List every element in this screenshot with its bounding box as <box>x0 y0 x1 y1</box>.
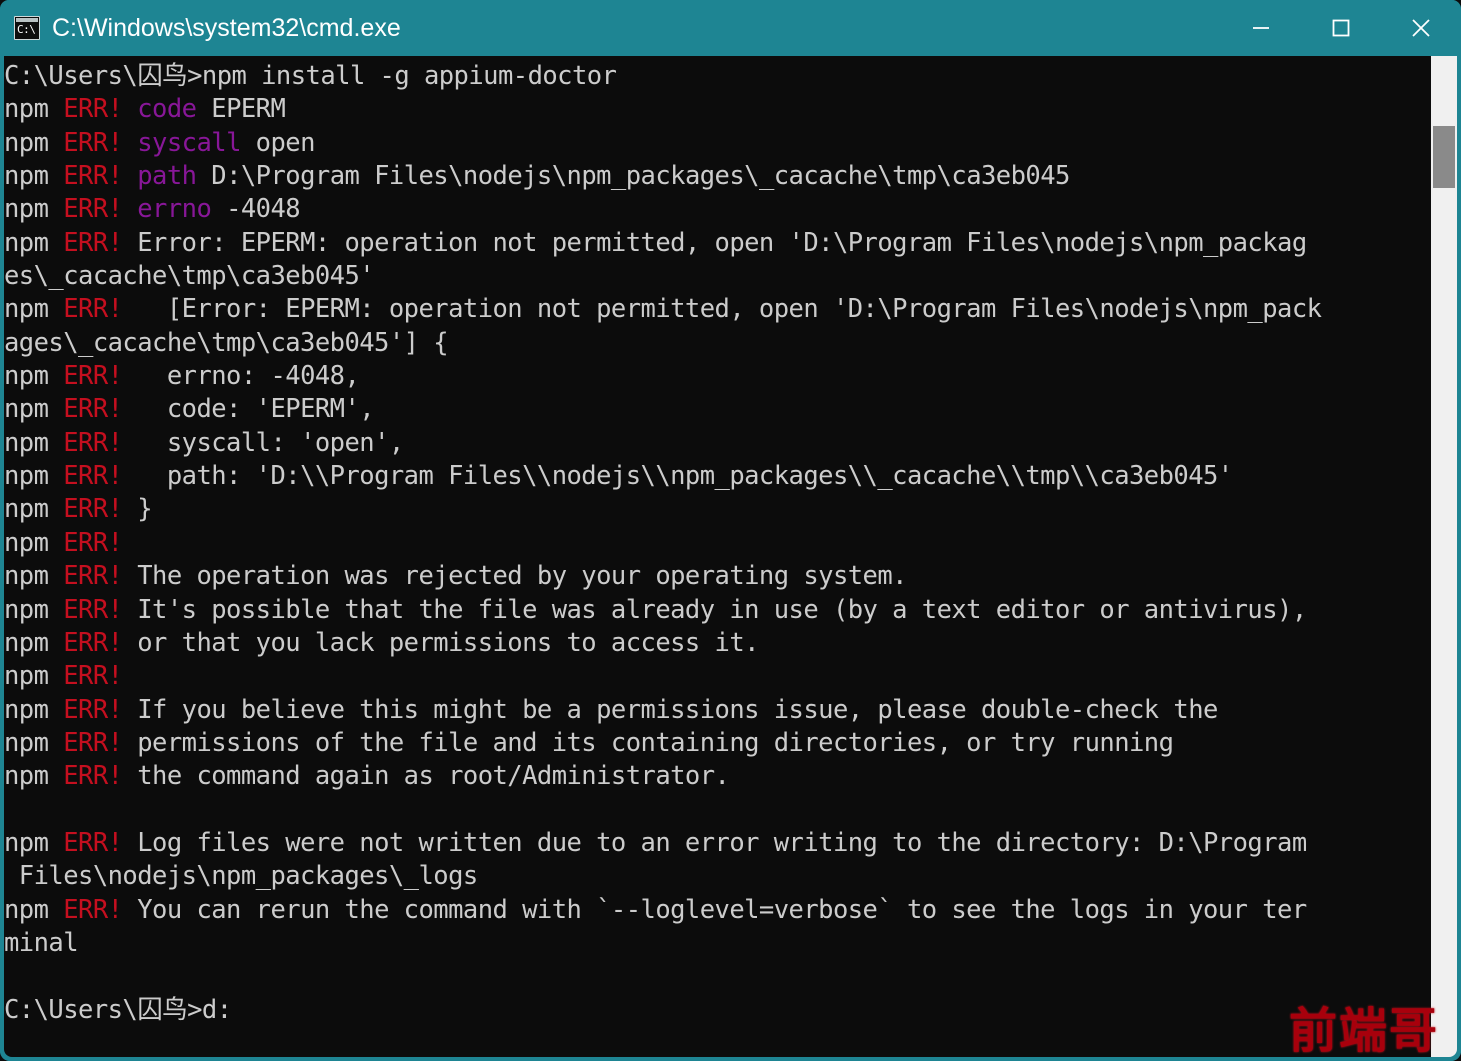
console-text-run: the command again as root/Administrator. <box>122 761 729 791</box>
cmd-icon-prompt-label: C:\ <box>17 23 35 36</box>
console-text-run: } <box>122 494 152 524</box>
console-text-run: ERR! <box>63 228 122 258</box>
console-text: C:\Users\囚鸟>npm install -g appium-doctor… <box>4 60 1431 1027</box>
console-text-run: errno <box>137 194 211 224</box>
console-text-run: code <box>137 94 196 124</box>
console-text-run: Log files were not written due to an err… <box>122 828 1306 858</box>
console-text-run: npm <box>4 361 63 391</box>
console-text-run: npm <box>4 494 63 524</box>
console-text-run: D:\Program Files\nodejs\npm_packages\_ca… <box>196 161 1069 191</box>
console-text-run: npm <box>4 695 63 725</box>
console-text-run: ERR! <box>63 695 122 725</box>
title-bar[interactable]: C:\ C:\Windows\system32\cmd.exe <box>0 0 1461 56</box>
console-text-run: npm <box>4 661 63 691</box>
console-text-run: C:\Users\囚鸟>npm install -g appium-doctor <box>4 61 616 91</box>
cmd-console-icon: C:\ <box>14 16 40 40</box>
console-text-run: ages\_cacache\tmp\ca3eb045'] { <box>4 328 448 358</box>
console-text-run: [Error: EPERM: operation not permitted, … <box>122 294 1321 324</box>
console-text-run: ERR! <box>63 728 122 758</box>
console-text-run: ERR! <box>63 461 122 491</box>
console-text-run: syscall: 'open', <box>122 428 403 458</box>
console-text-run: ERR! <box>63 128 122 158</box>
console-text-run: ERR! <box>63 528 122 558</box>
window-border-left <box>0 56 4 1061</box>
console-text-run: npm <box>4 728 63 758</box>
console-text-run: npm <box>4 895 63 925</box>
console-text-run: Error: EPERM: operation not permitted, o… <box>122 228 1306 258</box>
console-text-run: npm <box>4 294 63 324</box>
minimize-button[interactable] <box>1221 0 1301 56</box>
console-text-run: npm <box>4 595 63 625</box>
console-text-run: npm <box>4 428 63 458</box>
console-text-run: npm <box>4 528 63 558</box>
console-text-run: ERR! <box>63 895 122 925</box>
console-text-run: npm <box>4 828 63 858</box>
window-border-bottom <box>0 1057 1461 1061</box>
window-title: C:\Windows\system32\cmd.exe <box>52 14 401 42</box>
console-text-run: npm <box>4 228 63 258</box>
console-text-run: npm <box>4 461 63 491</box>
title-bar-left: C:\ C:\Windows\system32\cmd.exe <box>0 14 1221 42</box>
console-text-run: ERR! <box>63 628 122 658</box>
console-text-run: ERR! <box>63 194 122 224</box>
console-text-run: minal <box>4 928 78 958</box>
console-text-run: ERR! <box>63 161 122 191</box>
cmd-icon-titlestrip <box>16 18 38 22</box>
console-text-run: ERR! <box>63 428 122 458</box>
cmd-window: C:\ C:\Windows\system32\cmd.exe <box>0 0 1461 1061</box>
window-controls <box>1221 0 1461 56</box>
console-text-run: npm <box>4 94 63 124</box>
console-text-run <box>122 194 137 224</box>
console-text-run: ERR! <box>63 294 122 324</box>
console-text-run: EPERM <box>196 94 285 124</box>
console-text-run: C:\Users\囚鸟>d: <box>4 995 232 1025</box>
console-text-run: npm <box>4 394 63 424</box>
console-text-run: open <box>241 128 315 158</box>
window-border-right <box>1457 56 1461 1061</box>
console-text-run: -4048 <box>211 194 300 224</box>
console-text-run: ERR! <box>63 94 122 124</box>
close-button[interactable] <box>1381 0 1461 56</box>
maximize-button[interactable] <box>1301 0 1381 56</box>
console-text-run: ERR! <box>63 661 122 691</box>
console-text-run: path: 'D:\\Program Files\\nodejs\\npm_pa… <box>122 461 1232 491</box>
console-text-run: code: 'EPERM', <box>122 394 374 424</box>
console-text-run: ERR! <box>63 494 122 524</box>
console-text-run: path <box>137 161 196 191</box>
terminal-output-area[interactable]: C:\Users\囚鸟>npm install -g appium-doctor… <box>4 56 1431 1057</box>
console-text-run: ERR! <box>63 828 122 858</box>
console-text-run <box>122 94 137 124</box>
console-text-run: It's possible that the file was already … <box>122 595 1306 625</box>
console-text-run: ERR! <box>63 561 122 591</box>
vertical-scrollbar[interactable] <box>1431 56 1457 1057</box>
console-text-run: npm <box>4 128 63 158</box>
console-text-run: npm <box>4 761 63 791</box>
console-text-run: permissions of the file and its containi… <box>122 728 1173 758</box>
console-text-run: npm <box>4 194 63 224</box>
console-text-run: or that you lack permissions to access i… <box>122 628 759 658</box>
console-text-run: npm <box>4 628 63 658</box>
console-text-run: Files\nodejs\npm_packages\_logs <box>4 861 478 891</box>
scrollbar-thumb[interactable] <box>1433 126 1455 188</box>
console-text-run: npm <box>4 561 63 591</box>
console-text-run: ERR! <box>63 595 122 625</box>
console-text-run: ERR! <box>63 394 122 424</box>
console-text-run: The operation was rejected by your opera… <box>122 561 907 591</box>
console-text-run: syscall <box>137 128 241 158</box>
console-text-run: ERR! <box>63 761 122 791</box>
console-text-run: If you believe this might be a permissio… <box>122 695 1217 725</box>
console-text-run: es\_cacache\tmp\ca3eb045' <box>4 261 374 291</box>
console-text-run <box>122 128 137 158</box>
console-text-run: errno: -4048, <box>122 361 359 391</box>
console-text-run: npm <box>4 161 63 191</box>
console-text-run <box>122 161 137 191</box>
console-text-run: You can rerun the command with `--loglev… <box>122 895 1306 925</box>
console-text-run: ERR! <box>63 361 122 391</box>
